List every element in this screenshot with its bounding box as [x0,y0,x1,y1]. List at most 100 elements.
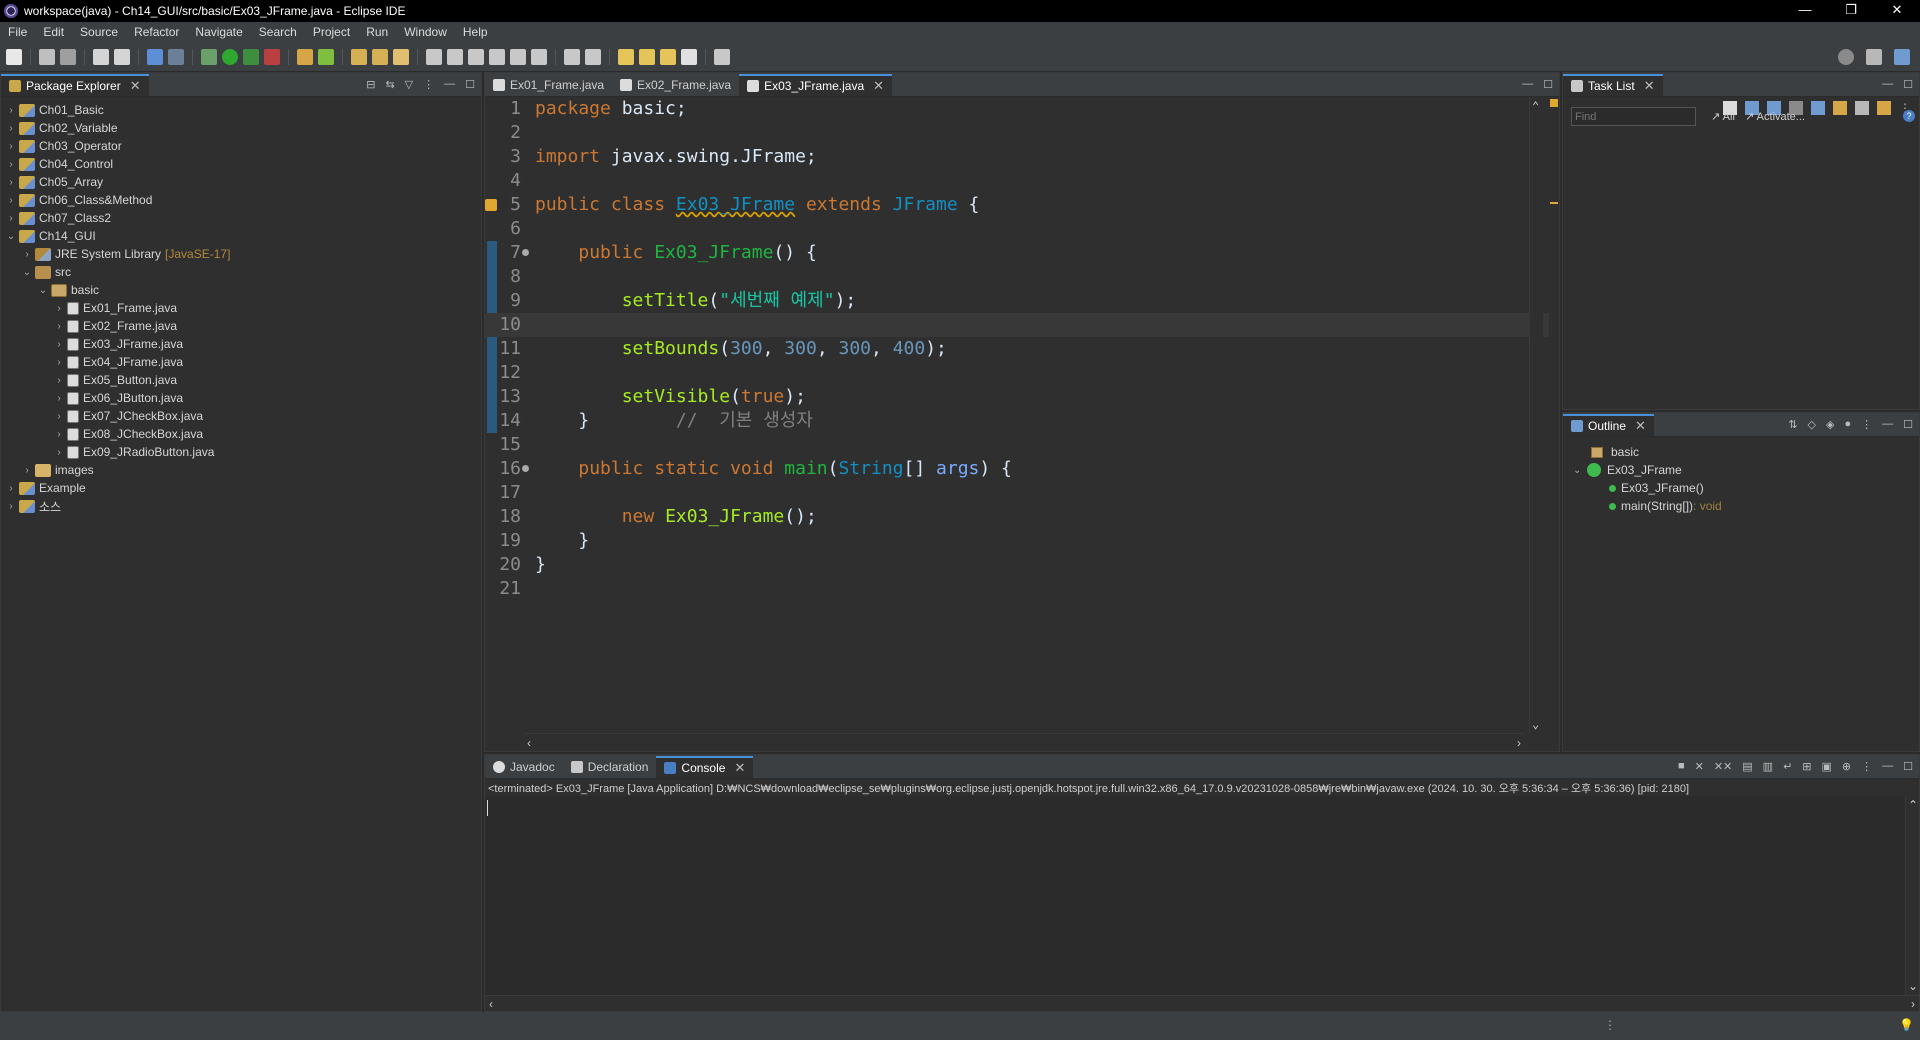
next-annotation-icon[interactable] [564,48,580,65]
last-edit-location-icon[interactable] [618,48,634,65]
tree-item-package[interactable]: ⌄ basic [1,281,481,299]
overview-ruler[interactable] [1549,97,1559,733]
open-type-icon[interactable] [351,48,367,65]
close-icon[interactable]: ✕ [734,760,745,776]
scroll-up-icon[interactable]: ⌃ [1532,99,1539,113]
minimize-view-icon[interactable]: — [1882,78,1893,91]
expand-arrow-icon[interactable]: › [53,339,65,350]
minimize-view-icon[interactable]: — [1882,418,1893,431]
back-icon[interactable] [660,48,676,65]
collapse-all-icon[interactable]: ⊟ [366,78,375,91]
expand-arrow-icon[interactable]: › [53,375,65,386]
menu-project[interactable]: Project [305,25,358,39]
console-vertical-scrollbar[interactable]: ⌃ ⌄ [1905,796,1919,995]
pilcrow-icon[interactable] [531,48,547,65]
tab-javadoc[interactable]: Javadoc [485,756,563,778]
tree-item-project[interactable]: › Ch07_Class2 [1,209,481,227]
view-menu-icon[interactable]: ⋮ [1861,760,1872,773]
menu-navigate[interactable]: Navigate [187,25,250,39]
tree-item-java-file[interactable]: › Ex06_JButton.java [1,389,481,407]
remove-launch-icon[interactable]: ✕ [1695,760,1704,773]
view-menu-icon[interactable]: ⋮ [423,78,434,91]
outline-constructor[interactable]: Ex03_JFrame() [1609,479,1704,497]
tab-task-list[interactable]: Task List ✕ [1563,74,1663,96]
scroll-down-icon[interactable]: ⌄ [1532,717,1539,731]
activate-link[interactable]: ↗ Activate... [1745,110,1805,123]
tree-item-java-file[interactable]: › Ex03_JFrame.java [1,335,481,353]
filters-icon[interactable]: ▽ [405,78,413,91]
coverage-icon[interactable] [243,48,259,65]
tree-item-folder[interactable]: › images [1,461,481,479]
menu-file[interactable]: File [0,25,35,39]
collapse-arrow-icon[interactable]: ⌄ [21,267,33,278]
help-icon[interactable]: ? [1903,110,1915,122]
terminate-icon[interactable]: ■ [1678,760,1685,773]
restore-icon[interactable]: ❐ [1828,0,1874,22]
toggle-word-wrap-icon[interactable] [489,48,505,65]
menu-source[interactable]: Source [72,25,126,39]
close-icon[interactable]: ✕ [1635,418,1646,434]
horizontal-scrollbar[interactable]: ‹ › [525,733,1523,751]
open-perspective-icon[interactable] [1866,49,1882,65]
tab-console[interactable]: Console ✕ [656,756,754,778]
tip-bulb-icon[interactable]: 💡 [1899,1018,1914,1032]
terminal-icon[interactable] [147,48,163,65]
tab-ex01-frame[interactable]: Ex01_Frame.java [485,74,612,96]
toggle-breadcrumb-icon[interactable] [468,48,484,65]
java-perspective-icon[interactable] [1894,49,1910,65]
forward-location-icon[interactable] [639,48,655,65]
task-find-input[interactable] [1571,107,1696,126]
scroll-lock-icon[interactable]: ▥ [1763,760,1773,773]
maximize-view-icon[interactable]: ☐ [1903,78,1913,91]
new-java-project-icon[interactable] [297,48,313,65]
maximize-view-icon[interactable]: ☐ [465,78,475,91]
hide-non-public-icon[interactable]: ● [1844,418,1851,431]
menu-window[interactable]: Window [396,25,455,39]
external-tools-icon[interactable] [264,48,280,65]
warning-position-marker[interactable] [1550,202,1558,204]
pin-editor-icon[interactable] [714,48,730,65]
tab-ex02-frame[interactable]: Ex02_Frame.java [612,74,739,96]
scroll-left-icon[interactable]: ‹ [489,997,493,1011]
close-icon[interactable]: ✕ [873,78,884,94]
collapse-arrow-icon[interactable]: ⌄ [1573,465,1587,476]
minimize-view-icon[interactable]: — [1882,760,1893,773]
minimize-icon[interactable]: — [1782,0,1828,22]
tree-item-library[interactable]: › JRE System Library [JavaSE-17] [1,245,481,263]
tree-item-java-file[interactable]: › Ex07_JCheckBox.java [1,407,481,425]
search-icon[interactable] [1838,49,1854,65]
menu-help[interactable]: Help [455,25,496,39]
tree-item-project[interactable]: › Ch04_Control [1,155,481,173]
toggle-mark-occurrences-icon[interactable] [426,48,442,65]
expand-arrow-icon[interactable]: › [53,321,65,332]
sync-icon[interactable] [1833,101,1847,115]
remove-all-terminated-icon[interactable]: ✕✕ [1714,760,1732,773]
run-icon[interactable] [222,48,238,65]
word-wrap-icon[interactable]: ↵ [1783,760,1792,773]
tree-item-java-file[interactable]: › Ex04_JFrame.java [1,353,481,371]
debug-icon[interactable] [201,48,217,65]
close-icon[interactable]: ✕ [130,78,141,94]
expand-arrow-icon[interactable]: › [21,465,33,476]
save-all-icon[interactable] [60,48,76,65]
expand-arrow-icon[interactable]: › [53,429,65,440]
tab-outline[interactable]: Outline ✕ [1563,414,1654,436]
expand-arrow-icon[interactable]: › [5,501,17,512]
expand-arrow-icon[interactable]: › [5,195,17,206]
forward-icon[interactable] [681,48,697,65]
expand-arrow-icon[interactable]: › [53,303,65,314]
scroll-down-icon[interactable]: ⌄ [1908,979,1918,993]
maximize-view-icon[interactable]: ☐ [1903,418,1913,431]
scroll-left-icon[interactable]: ‹ [527,736,531,750]
menu-run[interactable]: Run [358,25,396,39]
outline-class[interactable]: ⌄ Ex03_JFrame [1573,461,1682,479]
menu-refactor[interactable]: Refactor [126,25,187,39]
expand-arrow-icon[interactable]: › [5,213,17,224]
collapse-arrow-icon[interactable]: ⌄ [37,285,49,296]
open-console-icon[interactable]: ⊕ [1842,760,1851,773]
tree-item-java-file[interactable]: › Ex08_JCheckBox.java [1,425,481,443]
expand-arrow-icon[interactable]: › [53,393,65,404]
tree-item-project[interactable]: ⌄ Ch14_GUI [1,227,481,245]
expand-arrow-icon[interactable]: › [53,447,65,458]
new-icon[interactable] [6,48,22,65]
